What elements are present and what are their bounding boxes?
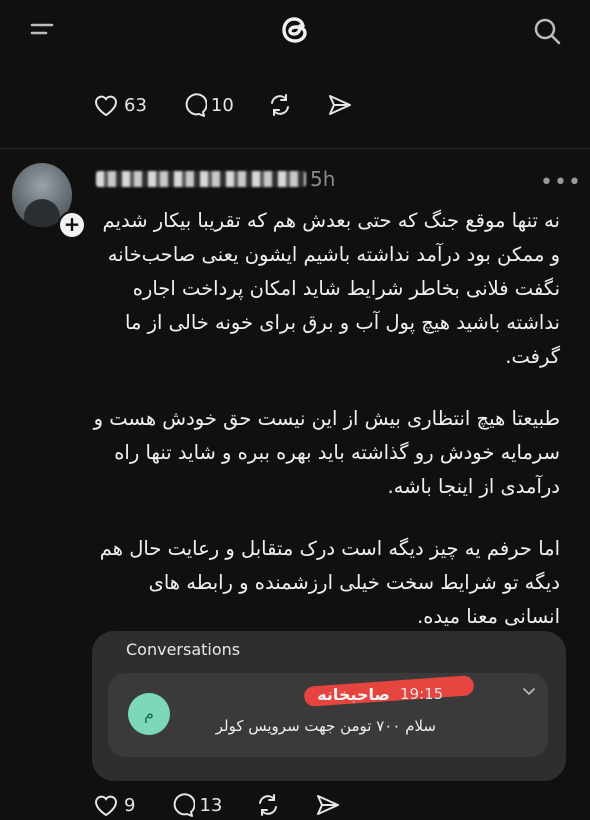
conversation-row: م صاحبخانه 19:15 سلام ۷۰۰ تومن جهت سرویس… bbox=[108, 673, 548, 757]
like-count: 63 bbox=[124, 94, 147, 116]
menu-icon[interactable] bbox=[30, 19, 54, 39]
contact-avatar: م bbox=[128, 693, 170, 735]
threads-logo-icon[interactable] bbox=[276, 10, 316, 50]
heart-icon bbox=[94, 795, 118, 817]
comment-icon bbox=[174, 793, 196, 817]
share-button[interactable] bbox=[314, 792, 342, 818]
message-time: 19:15 bbox=[400, 685, 444, 703]
search-icon[interactable] bbox=[532, 16, 562, 46]
more-options-icon[interactable]: ••• bbox=[540, 170, 582, 195]
share-button[interactable] bbox=[326, 92, 354, 118]
conversation-screenshot-card[interactable]: Conversations م صاحبخانه 19:15 سلام ۷۰۰ … bbox=[92, 631, 566, 781]
post-paragraph-2: طبیعتا هیچ انتظاری بیش از این نیست حق خو… bbox=[93, 407, 560, 498]
follow-plus-icon[interactable]: + bbox=[58, 211, 86, 239]
sender-name: صاحبخانه bbox=[317, 685, 390, 704]
post-time: 5h bbox=[310, 167, 336, 191]
post-header: 5h bbox=[96, 167, 336, 191]
reply-count: 13 bbox=[199, 794, 223, 816]
repost-button[interactable] bbox=[266, 92, 294, 118]
send-icon bbox=[328, 95, 351, 115]
heart-icon bbox=[94, 95, 118, 117]
like-button[interactable]: 9 bbox=[92, 792, 135, 818]
like-button[interactable]: 63 bbox=[92, 92, 147, 118]
message-preview: سلام ۷۰۰ تومن جهت سرویس کولر bbox=[215, 717, 436, 735]
username-blurred[interactable] bbox=[96, 171, 306, 187]
post-paragraph-1: نه تنها موقع جنگ که حتی بعدش هم که تقریب… bbox=[102, 209, 560, 368]
post-paragraph-3: اما حرفم یه چیز دیگه است درک متقابل و رع… bbox=[99, 537, 560, 628]
send-icon bbox=[317, 795, 340, 815]
reply-count: 10 bbox=[210, 94, 234, 116]
post-body: نه تنها موقع جنگ که حتی بعدش هم که تقریب… bbox=[90, 204, 560, 662]
repost-icon bbox=[270, 94, 289, 116]
chevron-down-icon bbox=[523, 688, 535, 696]
post-actions: 9 13 bbox=[92, 790, 374, 820]
reply-button[interactable]: 13 bbox=[167, 792, 222, 818]
card-title: Conversations bbox=[126, 640, 241, 659]
repost-button[interactable] bbox=[254, 792, 282, 818]
repost-icon bbox=[259, 794, 278, 816]
top-bar bbox=[0, 0, 590, 64]
post-divider bbox=[0, 148, 590, 149]
reply-button[interactable]: 10 bbox=[179, 92, 234, 118]
prev-post-actions: 63 10 bbox=[92, 90, 386, 120]
comment-icon bbox=[185, 93, 207, 117]
like-count: 9 bbox=[124, 794, 136, 816]
